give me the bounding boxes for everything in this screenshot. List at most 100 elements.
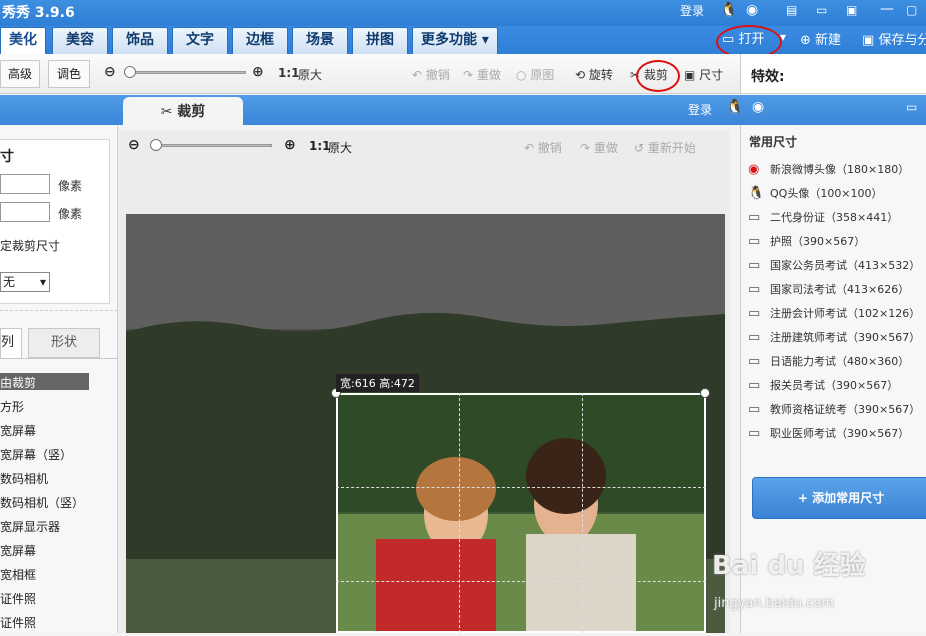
common-size-item[interactable]: ▭ 注册建筑师考试（390×567） [748, 329, 920, 345]
tab-beauty[interactable]: 美容 [52, 27, 108, 54]
ratio-list-item[interactable]: 由裁剪 [0, 374, 36, 391]
original-image-button[interactable]: ○ 原图 [516, 66, 554, 83]
common-size-label: 国家司法考试（413×626） [770, 283, 910, 296]
original-size-button[interactable]: 原大 [298, 66, 322, 83]
zoom-in-icon-2[interactable]: ⊕ [284, 137, 296, 153]
zoom-in-icon[interactable]: ⊕ [252, 64, 264, 80]
tab-ratio[interactable]: 列 [0, 328, 22, 358]
weibo-icon[interactable]: ◉ [746, 2, 758, 18]
custom-size-box: 寸 像素 像素 定裁剪尺寸 无 ▾ [0, 139, 110, 304]
login-link[interactable]: 登录 [680, 2, 704, 19]
ratio-list-item[interactable]: 数码相机 [0, 470, 48, 487]
zoom-out-icon-2[interactable]: ⊖ [128, 137, 140, 153]
ratio-list-item[interactable]: 宽屏幕 [0, 422, 36, 439]
advanced-button[interactable]: 高级 [0, 60, 40, 88]
common-size-item[interactable]: ▭ 国家司法考试（413×626） [748, 281, 909, 297]
undo-label: 撤销 [425, 68, 450, 82]
zoom-out-icon[interactable]: ⊖ [104, 64, 116, 80]
tab-decorations[interactable]: 饰品 [112, 27, 168, 54]
ratio-list-item[interactable]: 方形 [0, 398, 24, 415]
window-restore-icon[interactable]: ▭ [906, 100, 917, 114]
crop-undo-button[interactable]: ↶ 撤销 [524, 139, 562, 156]
crop-redo-label: 重做 [593, 141, 618, 155]
ratio-list-item[interactable]: 宽相框 [0, 566, 36, 583]
tab-collage[interactable]: 拼图 [352, 27, 408, 54]
tab-beautify[interactable]: 美化 [0, 27, 46, 54]
original-size-button-2[interactable]: 原大 [328, 139, 352, 156]
id-card-icon: ▭ [748, 306, 761, 321]
size-label: 尺寸 [699, 68, 724, 82]
size-title: 寸 [0, 149, 14, 165]
common-size-item[interactable]: 🐧 QQ头像（100×100） [748, 185, 883, 201]
minimize-icon[interactable]: — [880, 1, 894, 17]
tab-text[interactable]: 文字 [172, 27, 228, 54]
common-size-item[interactable]: ▭ 二代身份证（358×441） [748, 209, 898, 225]
height-input[interactable] [0, 202, 50, 222]
ratio-list-item[interactable]: 宽屏显示器 [0, 518, 60, 535]
crop-frame[interactable] [336, 393, 706, 633]
ratio-list-item[interactable]: 证件照 [0, 590, 36, 607]
preset-select[interactable]: 无 ▾ [0, 272, 50, 292]
save-label: 保存与分 [878, 33, 926, 48]
common-size-label: 教师资格证统考（390×567） [770, 403, 921, 416]
tab-scenes[interactable]: 场景 [292, 27, 348, 54]
app-title: 秀秀 3.9.6 [2, 5, 75, 21]
undo-button[interactable]: ↶ 撤销 [412, 66, 450, 83]
zoom-knob[interactable] [124, 66, 136, 78]
crop-tab[interactable]: ✂ 裁剪 [123, 97, 243, 127]
crop-handle-top-right[interactable] [700, 388, 710, 398]
original-label: 原图 [530, 68, 555, 82]
crop-tab-scissors-icon: ✂ [160, 104, 173, 120]
common-size-item[interactable]: ▭ 护照（390×567） [748, 233, 865, 249]
size-button[interactable]: ▣ 尺寸 [684, 66, 723, 83]
zoom-knob-2[interactable] [150, 139, 162, 151]
zoom-slider[interactable] [124, 71, 246, 74]
tone-button[interactable]: 调色 [48, 60, 90, 88]
common-size-label: 二代身份证（358×441） [770, 211, 899, 224]
crop-redo-button[interactable]: ↷ 重做 [580, 139, 618, 156]
common-size-item[interactable]: ◉ 新浪微博头像（180×180） [748, 161, 909, 177]
common-size-item[interactable]: ▭ 职业医师考试（390×567） [748, 425, 909, 441]
fixed-size-checkbox-label[interactable]: 定裁剪尺寸 [0, 237, 60, 254]
ratio-list-item[interactable]: 宽屏幕（竖） [0, 446, 72, 463]
maximize-icon[interactable]: ▢ [906, 3, 917, 17]
common-size-item[interactable]: ▭ 注册会计师考试（102×126） [748, 305, 920, 321]
crop-login-link[interactable]: 登录 [688, 101, 712, 118]
menu-icon[interactable]: ▤ [786, 3, 797, 17]
tab-borders[interactable]: 边框 [232, 27, 288, 54]
redo-button[interactable]: ↷ 重做 [463, 66, 501, 83]
tab-shape[interactable]: 形状 [28, 328, 100, 358]
restart-button[interactable]: ↺ 重新开始 [634, 139, 696, 156]
new-label: 新建 [815, 33, 842, 48]
new-button[interactable]: ⊕ 新建 [800, 29, 841, 48]
tab-more-features[interactable]: 更多功能 ▾ [412, 27, 498, 54]
common-size-item[interactable]: ▭ 教师资格证统考（390×567） [748, 401, 920, 417]
settings-icon[interactable]: ▣ [846, 3, 857, 17]
ratio-list-item[interactable]: 证件照 [0, 614, 36, 631]
common-size-item[interactable]: ▭ 报关员考试（390×567） [748, 377, 898, 393]
crop-undo-icon: ↶ [524, 141, 535, 155]
qq-icon-2[interactable]: 🐧 [726, 99, 743, 115]
ratio-list-item[interactable]: 宽屏幕 [0, 542, 36, 559]
save-button[interactable]: ▣ 保存与分 [862, 29, 926, 48]
toolbar: 高级 调色 ⊖ ⊕ 1:1 原大 ↶ 撤销 ↷ 重做 ○ 原图 ⟲ 旋转 ✂ 裁… [0, 54, 740, 94]
save-icon: ▣ [862, 33, 875, 48]
common-size-item[interactable]: ▭ 日语能力考试（480×360） [748, 353, 909, 369]
weibo-icon-2[interactable]: ◉ [752, 99, 764, 115]
id-card-icon: ▭ [748, 282, 761, 297]
preset-select-value: 无 [3, 275, 16, 289]
width-input[interactable] [0, 174, 50, 194]
restart-icon: ↺ [634, 141, 645, 155]
zoom-slider-2[interactable] [156, 144, 272, 147]
id-card-icon: ▭ [748, 426, 761, 441]
crop-size-readout: 宽:616 高:472 [336, 374, 419, 392]
feedback-icon[interactable]: ▭ [816, 3, 827, 17]
add-common-size-button[interactable]: + 添加常用尺寸 [752, 477, 926, 519]
crop-tab-label: 裁剪 [177, 104, 206, 120]
qq-icon[interactable]: 🐧 [720, 2, 737, 18]
rotate-button[interactable]: ⟲ 旋转 [575, 66, 613, 83]
id-card-icon: ▭ [748, 402, 761, 417]
ratio-list-item[interactable]: 数码相机（竖） [0, 494, 84, 511]
common-size-item[interactable]: ▭ 国家公务员考试（413×532） [748, 257, 920, 273]
ratio-button[interactable]: 1:1 [278, 66, 300, 80]
